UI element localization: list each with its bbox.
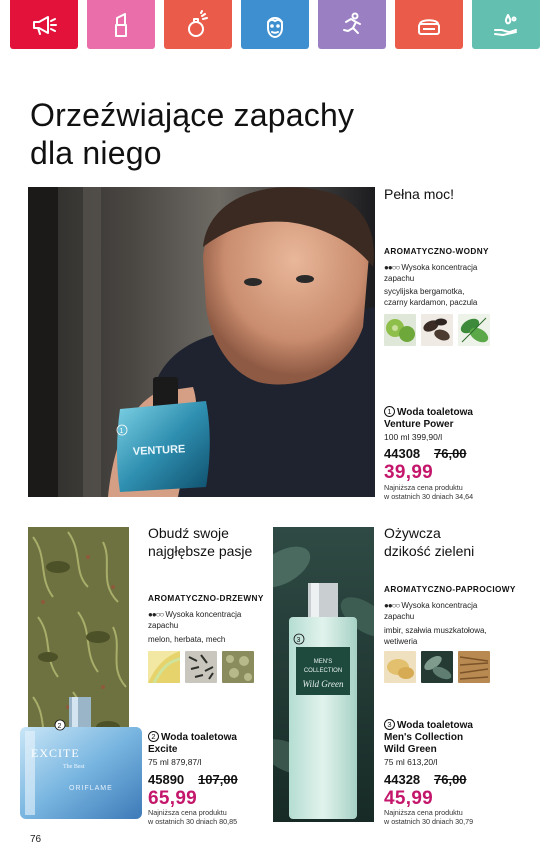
product1-fragrance-family: AROMATYCZNO-WODNY [384, 247, 489, 256]
wild-green-bottle-line3: Wild Green [303, 679, 344, 689]
wild-green-bottle-line2: COLLECTION [304, 668, 342, 674]
bergamot-ingredient-image [384, 314, 416, 346]
product2-price: 65,99 [148, 788, 198, 809]
sage-ingredient-image [421, 651, 453, 683]
nav-personal-care[interactable] [472, 0, 540, 49]
product1-volume-unit-price: 100 ml 399,90/l [384, 432, 443, 442]
page-heading: Orzeźwiające zapachy dla niego [30, 96, 354, 172]
venture-power-model-photo: VENTURE 1 [28, 187, 375, 497]
product3-old-price: 76,00 [434, 772, 467, 787]
product2-name: 2 Woda toaletowa Excite [148, 731, 237, 755]
product3-fragrance-family: AROMATYCZNO-PAPROCIOWY [384, 585, 516, 594]
product2-concentration: ●●○○ Wysoka koncentracja zapachu [148, 610, 242, 630]
product3-name: 3 Woda toaletowa Men's Collection Wild Gr… [384, 719, 473, 755]
product1-name: 1 Woda toaletowa Venture Power [384, 406, 473, 430]
hand-water-icon [494, 13, 517, 36]
product1-tagline: Pełna moc! [384, 186, 455, 202]
nav-promotions[interactable] [10, 0, 78, 49]
page-number: 76 [30, 834, 42, 845]
product3-lowest-price-note: Najniższa cena produktu w ostatnich 30 dn… [384, 808, 474, 826]
wild-green-bottle-line1: MEN'S [314, 659, 332, 665]
concentration-drops-icon: ●●○○ [384, 263, 400, 272]
product2-volume-unit-price: 75 ml 879,87/l [148, 757, 202, 767]
concentration-drops-icon: ●●○○ [148, 610, 164, 619]
product3-concentration: ●●○○ Wysoka koncentracja zapachu [384, 601, 478, 621]
runner-icon [343, 12, 361, 34]
svg-text:3: 3 [297, 637, 301, 644]
wild-green-product-photo: MEN'S COLLECTION Wild Green 3 [273, 527, 374, 822]
product3-notes: imbir, szałwia muszkatołowa, wetiweria [384, 626, 487, 646]
nav-wellness[interactable] [318, 0, 386, 49]
product3-tagline: Ożywcza dzikość zieleni [384, 525, 475, 559]
product3-volume-unit-price: 75 ml 613,20/l [384, 757, 438, 767]
nav-men[interactable] [241, 0, 309, 49]
product1-lowest-price-note: Najniższa cena produktu w ostatnich 30 dn… [384, 483, 474, 501]
product2-code: 45890 [148, 772, 185, 787]
svg-text:2: 2 [58, 723, 62, 730]
product3-code: 44328 [384, 772, 421, 787]
megaphone-icon [33, 15, 57, 35]
excite-bottle-maker: ORIFLAME [69, 785, 113, 792]
svg-text:1: 1 [120, 428, 124, 435]
product2-notes: melon, herbata, mech [148, 635, 226, 644]
nav-fragrance[interactable] [164, 0, 232, 49]
man-face-icon [267, 16, 283, 38]
moss-ingredient-image [222, 651, 254, 683]
heading-line1: Orzeźwiające zapachy [30, 97, 355, 133]
product2-fragrance-family: AROMATYCZNO-DRZEWNY [148, 594, 264, 603]
perfume-icon [188, 9, 208, 37]
nav-makeup[interactable] [87, 0, 155, 49]
product3-price: 45,99 [384, 788, 434, 809]
ginger-ingredient-image [384, 651, 416, 683]
product2-tagline: Obudź swoje najgłębsze pasje [148, 525, 253, 559]
cream-jar-icon [418, 18, 440, 35]
excite-bottle-brand: EXCITE [31, 746, 80, 760]
excite-bottle-image: EXCITE The Best ORIFLAME 2 [19, 695, 143, 821]
nav-skincare[interactable] [395, 0, 463, 49]
concentration-drops-icon: ●●○○ [384, 601, 400, 610]
product2-lowest-price-note: Najniższa cena produktu w ostatnich 30 dn… [148, 808, 238, 826]
product2-old-price: 107,00 [198, 772, 238, 787]
cardamom-ingredient-image [421, 314, 453, 346]
lipstick-icon [115, 12, 127, 37]
patchouli-ingredient-image [458, 314, 490, 346]
product1-notes: sycylijska bergamotka, czarny kardamon, … [384, 287, 478, 307]
vetiver-ingredient-image [458, 651, 490, 683]
product1-old-price: 76,00 [434, 446, 467, 461]
product1-code: 44308 [384, 446, 421, 461]
tea-ingredient-image [185, 651, 217, 683]
heading-line2: dla niego [30, 135, 162, 171]
product1-price: 39,99 [384, 462, 434, 483]
excite-bottle-sub: The Best [63, 764, 85, 770]
melon-ingredient-image [148, 651, 180, 683]
product1-concentration: ●●○○ Wysoka koncentracja zapachu [384, 263, 478, 283]
